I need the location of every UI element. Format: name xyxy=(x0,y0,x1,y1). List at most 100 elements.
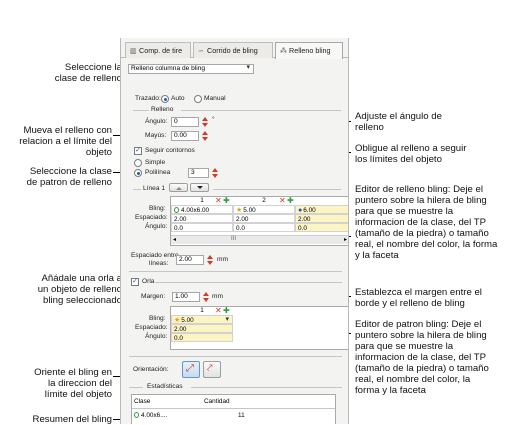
bling-row-label: Bling: xyxy=(149,205,166,212)
add-row-icon[interactable]: ✚ xyxy=(223,306,230,315)
arrow-down-icon xyxy=(197,186,203,189)
divider xyxy=(213,189,341,190)
annotation-select-fill-class: Seleccione la clase de relleno xyxy=(54,62,122,84)
gem-icon xyxy=(134,412,139,418)
run-icon: ∽ xyxy=(198,48,204,55)
margin-label: Margen: xyxy=(141,293,166,300)
divider xyxy=(155,282,342,283)
polilinea-count-spinner[interactable] xyxy=(211,168,219,178)
border-checkbox[interactable]: ✓ xyxy=(131,278,139,286)
line-spacing-label: Espaciado entre xyxy=(131,252,179,259)
line-spacing-field[interactable]: 2.00 xyxy=(176,255,204,265)
trazado-manual-radio[interactable] xyxy=(194,95,202,103)
offset-spinner[interactable] xyxy=(201,131,209,141)
relleno-group-label: Relleno xyxy=(151,106,174,113)
annotation-orient: Oriente el bling en la direccion del lím… xyxy=(34,367,112,400)
fill-class-select[interactable]: Relleno columna de bling xyxy=(128,64,254,74)
tab-tire[interactable]: ▥ Comp. de tire xyxy=(125,42,191,58)
border-bling-row-label: Bling: xyxy=(149,315,166,322)
orientation-label: Orientación: xyxy=(133,366,169,373)
trazado-manual-label: Manual xyxy=(204,95,226,102)
bling-cell[interactable]: ★5.00 xyxy=(233,205,295,214)
bling-cell[interactable]: ●6.00 xyxy=(295,205,348,214)
polilinea-count-field[interactable]: 3 xyxy=(188,168,209,178)
annotation-add-border: Añádale una orla a un objeto de relleno … xyxy=(37,273,122,306)
trazado-label: Trazado: xyxy=(135,95,161,102)
arrow-up-icon xyxy=(176,187,182,190)
trazado-auto-radio[interactable] xyxy=(161,95,169,103)
annotation-pattern-editor: Editor de patron bling: Deje el puntero … xyxy=(355,319,489,396)
line-spacing-label-2: líneas: xyxy=(149,260,169,267)
angle-cell[interactable]: 0.0 xyxy=(295,223,348,232)
pattern-simple-radio[interactable] xyxy=(134,159,142,167)
horizontal-scrollbar[interactable]: ◂ III ▸ xyxy=(171,235,348,244)
spacing-cell[interactable]: 2.00 xyxy=(295,214,348,223)
linea-next-button[interactable] xyxy=(190,183,209,192)
divider xyxy=(181,110,341,111)
annotation-pattern-class: Seleccione la clase de patron de relleno xyxy=(26,166,112,188)
angle-label: Ángulo: xyxy=(145,118,168,125)
annotation-margin: Establezca el margen entre el borde y el… xyxy=(355,287,482,309)
trazado-auto-label: Auto xyxy=(171,95,185,102)
offset-label: Mayús: xyxy=(145,132,167,139)
tab-bling-fill[interactable]: ⁂ Relleno bling xyxy=(275,42,343,59)
orient-along-boundary-button[interactable]: ⤢ xyxy=(182,361,200,378)
divider xyxy=(129,387,143,388)
border-angle-row-label: Ángulo: xyxy=(145,333,168,340)
margin-unit: mm xyxy=(212,293,223,300)
stats-header-class: Clase xyxy=(134,398,151,405)
stats-title: Estadísticas xyxy=(147,383,183,390)
scroll-thumb[interactable]: III xyxy=(231,236,236,242)
angle-cell[interactable]: 0.0 xyxy=(171,223,233,232)
angle-spinner[interactable] xyxy=(201,117,209,127)
pattern-polilinea-label: Polilínea xyxy=(145,169,171,176)
annotation-follow-contours: Obligue al relleno a seguir los límites … xyxy=(355,143,467,165)
angle-field[interactable]: 0 xyxy=(171,117,199,127)
angle-cell[interactable]: 0.0 xyxy=(233,223,295,232)
bling-pattern-editor[interactable]: 1 ✕ ✚ ★5.00 2.00 0.0 xyxy=(170,306,348,350)
divider xyxy=(133,189,141,190)
tab-bar: ▥ Comp. de tire ∽ Corrido de bling ⁂ Rellen… xyxy=(121,42,348,59)
line-spacing-unit: mm xyxy=(217,256,228,263)
spacing-cell[interactable]: 2.00 xyxy=(233,214,295,223)
margin-spinner[interactable] xyxy=(202,292,210,302)
add-row-icon[interactable]: ✚ xyxy=(223,196,230,205)
follow-contours-label: Seguir contornos xyxy=(145,147,195,154)
border-bling-cell[interactable]: ★5.00 xyxy=(171,315,233,324)
bling-fill-panel: ▥ Comp. de tire ∽ Corrido de bling ⁂ Rellen… xyxy=(120,38,349,424)
delete-row-icon[interactable]: ✕ xyxy=(279,196,286,205)
fill-icon: ⁂ xyxy=(280,48,287,55)
orient-fixed-icon: ⤤ xyxy=(207,363,213,374)
divider xyxy=(133,110,149,111)
delete-row-icon[interactable]: ✕ xyxy=(215,306,222,315)
scroll-right-icon[interactable]: ▸ xyxy=(344,236,347,243)
divider xyxy=(129,271,342,272)
margin-field[interactable]: 1.00 xyxy=(172,292,200,302)
spacing-cell[interactable]: 2.00 xyxy=(171,214,233,223)
linea-label: Línea 1 xyxy=(143,185,165,192)
annotation-summary: Resumen del bling xyxy=(32,414,112,425)
bling-fill-editor[interactable]: 1 ✕ ✚ 2 ✕ ✚ 4.00x6.00 ★5.00 ●6.00 2.00 2… xyxy=(170,196,348,246)
tab-label: Relleno bling xyxy=(289,46,331,55)
border-spacing-cell[interactable]: 2.00 xyxy=(171,324,233,333)
divider xyxy=(132,408,335,409)
bling-cell[interactable]: 4.00x6.00 xyxy=(171,205,233,214)
pattern-polilinea-radio[interactable] xyxy=(134,169,142,177)
tab-bling-run[interactable]: ∽ Corrido de bling xyxy=(193,42,273,58)
stats-row-class: 4.00x6.... xyxy=(132,411,202,420)
tab-label: Comp. de tire xyxy=(139,46,183,55)
offset-field[interactable]: 0.00 xyxy=(171,131,199,141)
divider xyxy=(191,387,342,388)
follow-contours-checkbox[interactable]: ✓ xyxy=(134,147,142,155)
orient-fixed-button[interactable]: ⤤ xyxy=(203,361,221,378)
line-spacing-spinner[interactable] xyxy=(206,255,214,265)
tire-icon: ▥ xyxy=(130,48,137,55)
delete-row-icon[interactable]: ✕ xyxy=(215,196,222,205)
stats-table: Clase Cantidad 4.00x6.... 11 xyxy=(131,394,336,424)
divider xyxy=(129,356,342,357)
border-angle-cell[interactable]: 0.0 xyxy=(171,333,233,342)
stats-row-count: 11 xyxy=(238,412,245,419)
linea-prev-button[interactable] xyxy=(169,183,188,192)
scroll-left-icon[interactable]: ◂ xyxy=(173,236,176,243)
add-row-icon[interactable]: ✚ xyxy=(287,196,294,205)
